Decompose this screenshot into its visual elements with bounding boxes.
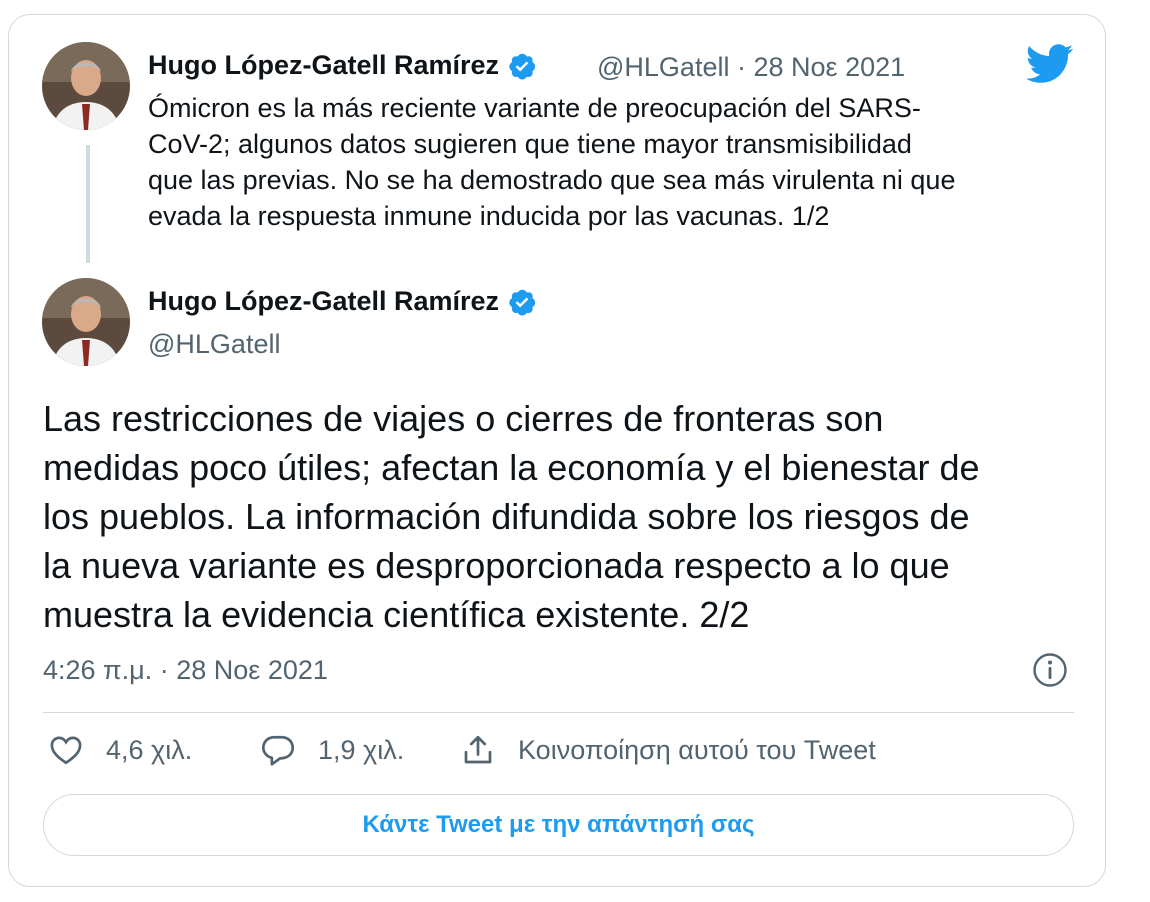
- like-button[interactable]: 4,6 χιλ.: [48, 732, 192, 768]
- meta-separator: ·: [736, 52, 746, 82]
- share-icon: [464, 735, 492, 764]
- verified-badge-icon: [509, 53, 536, 79]
- reply-button[interactable]: 1,9 χιλ.: [260, 732, 404, 768]
- quoted-author-name-text: Hugo López-Gatell Ramírez: [148, 50, 500, 80]
- actions-divider: [43, 712, 1074, 713]
- main-tweet-text: Las restricciones de viajes o cierres de…: [43, 398, 980, 635]
- main-tweet-timestamp[interactable]: 4:26 π.μ. · 28 Νοε 2021: [43, 655, 328, 686]
- main-author-name-text: Hugo López-Gatell Ramírez: [148, 286, 500, 316]
- quoted-author-name[interactable]: Hugo López-Gatell Ramírez: [148, 50, 537, 81]
- tweet-reply-button[interactable]: Κάντε Tweet με την απάντησή σας: [43, 794, 1074, 856]
- main-author-handle[interactable]: @HLGatell: [148, 329, 280, 360]
- share-button[interactable]: Κοινοποίηση αυτού του Tweet: [460, 732, 876, 768]
- quoted-author-handle[interactable]: @HLGatell: [597, 52, 729, 82]
- info-icon[interactable]: [1030, 650, 1070, 690]
- reply-bubble-icon: [261, 735, 295, 766]
- main-author-avatar[interactable]: [42, 278, 130, 366]
- quoted-author-avatar[interactable]: [42, 42, 130, 130]
- heart-icon: [50, 736, 82, 765]
- like-count: 4,6 χιλ.: [106, 734, 193, 765]
- verified-badge-icon: [509, 289, 536, 315]
- share-label: Κοινοποίηση αυτού του Tweet: [518, 734, 876, 765]
- main-author-name[interactable]: Hugo López-Gatell Ramírez: [148, 286, 537, 317]
- thread-connector-line: [86, 145, 90, 263]
- quoted-tweet-date[interactable]: 28 Νοε 2021: [754, 52, 906, 82]
- twitter-bird-icon[interactable]: [1026, 44, 1074, 84]
- quoted-tweet-text: Ómicron es la más reciente variante de p…: [148, 93, 956, 231]
- reply-count: 1,9 χιλ.: [318, 734, 405, 765]
- quoted-tweet-meta: @HLGatell · 28 Νοε 2021: [597, 52, 905, 83]
